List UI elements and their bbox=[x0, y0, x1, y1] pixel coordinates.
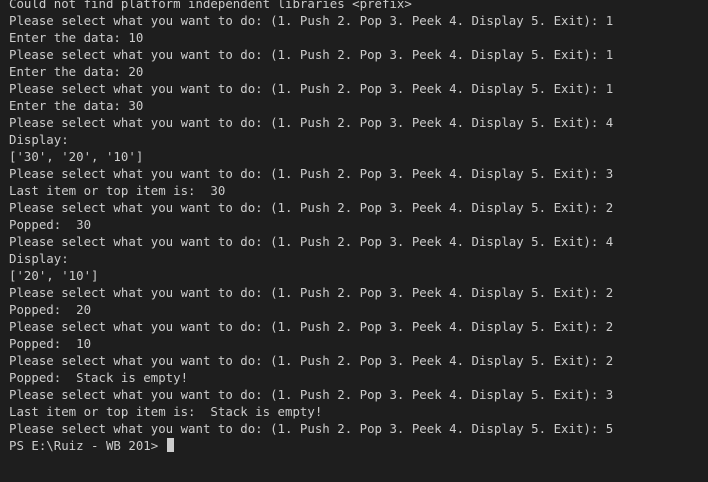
terminal-line: Display: bbox=[9, 132, 69, 147]
terminal-panel[interactable]: Could not find platform independent libr… bbox=[0, 0, 708, 482]
terminal-line: Please select what you want to do: (1. P… bbox=[9, 285, 614, 300]
shell-prompt: PS E:\Ruiz - WB 201> bbox=[9, 438, 166, 453]
text-cursor bbox=[166, 438, 174, 452]
terminal-line: Popped: 20 bbox=[9, 302, 92, 317]
terminal-line: Please select what you want to do: (1. P… bbox=[9, 81, 614, 96]
terminal-line: Please select what you want to do: (1. P… bbox=[9, 421, 614, 436]
terminal-line: Enter the data: 20 bbox=[9, 64, 144, 79]
terminal-line: Popped: 30 bbox=[9, 217, 92, 232]
terminal-output: Could not find platform independent libr… bbox=[9, 0, 613, 454]
terminal-line: Popped: Stack is empty! bbox=[9, 370, 189, 385]
terminal-line: Popped: 10 bbox=[9, 336, 92, 351]
terminal-line: Please select what you want to do: (1. P… bbox=[9, 115, 614, 130]
terminal-line: Enter the data: 30 bbox=[9, 98, 144, 113]
terminal-line: Last item or top item is: 30 bbox=[9, 183, 226, 198]
terminal-line: Please select what you want to do: (1. P… bbox=[9, 353, 614, 368]
terminal-line: Please select what you want to do: (1. P… bbox=[9, 13, 614, 28]
terminal-prompt-line[interactable]: PS E:\Ruiz - WB 201> bbox=[9, 437, 613, 454]
terminal-line: Could not find platform independent libr… bbox=[9, 0, 412, 11]
terminal-line: Enter the data: 10 bbox=[9, 30, 144, 45]
terminal-line: ['20', '10'] bbox=[9, 268, 99, 283]
terminal-line: Display: bbox=[9, 251, 69, 266]
terminal-line: Please select what you want to do: (1. P… bbox=[9, 234, 614, 249]
terminal-line: Please select what you want to do: (1. P… bbox=[9, 200, 614, 215]
terminal-line: Last item or top item is: Stack is empty… bbox=[9, 404, 323, 419]
terminal-line: Please select what you want to do: (1. P… bbox=[9, 166, 614, 181]
terminal-line: Please select what you want to do: (1. P… bbox=[9, 387, 614, 402]
terminal-line: Please select what you want to do: (1. P… bbox=[9, 47, 614, 62]
terminal-line: ['30', '20', '10'] bbox=[9, 149, 144, 164]
terminal-line: Please select what you want to do: (1. P… bbox=[9, 319, 614, 334]
